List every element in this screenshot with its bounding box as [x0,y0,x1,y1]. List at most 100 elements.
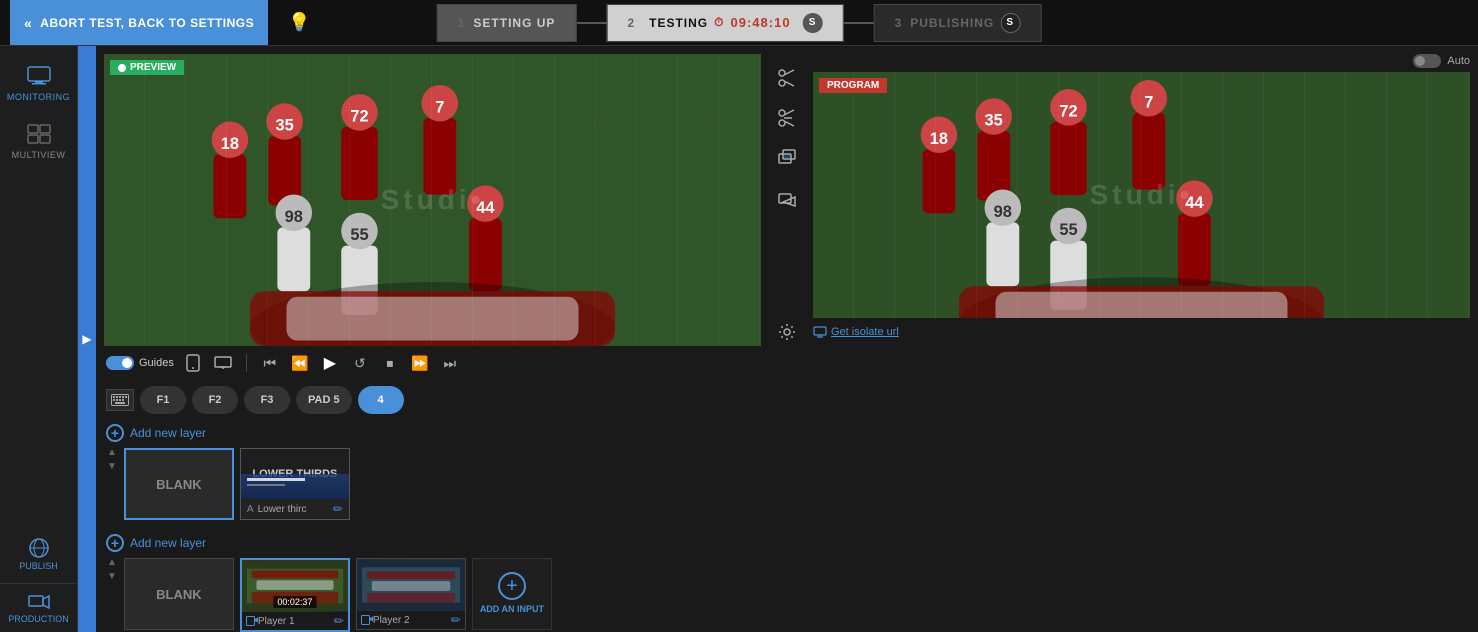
lightbulb-icon: 💡 [288,12,310,33]
svg-text:55: 55 [1059,221,1077,239]
blank-card-2[interactable]: BLANK [124,558,234,630]
pad-f2-button[interactable]: F2 [192,386,238,414]
play-button[interactable]: ▶ [319,352,341,374]
guides-label: Guides [139,357,174,369]
skip-to-start-button[interactable]: ⏮ [259,352,281,374]
blue-panel-toggle[interactable]: ▶ [78,46,96,632]
step2-label: TESTING [649,16,708,30]
add-layer-1-button[interactable]: + Add new layer [106,420,1468,446]
preview-label: PREVIEW [110,60,184,75]
layers-area: + Add new layer ▲ ▼ BLANK [96,420,1478,632]
transition-tool-button[interactable] [773,104,801,132]
multiview-label: MULTIVIEW [12,150,66,160]
pad-f3-button[interactable]: F3 [244,386,290,414]
player2-thumbnail-svg [357,559,465,611]
sidebar-item-monitoring[interactable]: MONITORING [0,56,77,110]
player1-edit-icon[interactable]: ✏ [334,614,344,628]
sidebar-publish-button[interactable]: PUBLISH [0,529,77,579]
layer-2-up-button[interactable]: ▲ [106,556,118,570]
stop-button[interactable]: ⏹ [379,352,401,374]
guides-toggle-group: Guides [106,356,174,370]
get-isolate-row: Get isolate url [813,318,1470,346]
svg-text:35: 35 [985,112,1003,130]
keyboard-icon-button[interactable] [106,389,134,411]
timer-value: 09:48:10 [731,15,791,30]
step3-num: 3 [895,16,903,30]
pads-row: F1 F2 F3 PAD 5 4 [96,380,1478,420]
next-frame-button[interactable]: ⏩ [409,352,431,374]
ctrl-sep-1 [246,354,247,372]
step3-label: PUBLISHING [910,16,994,30]
replay-button[interactable]: ↺ [349,352,371,374]
monitor-icon [813,326,827,338]
svg-text:72: 72 [350,108,368,126]
skip-to-end-button[interactable]: ⏭ [439,352,461,374]
layer-1-cards: BLANK [124,446,350,522]
mobile-view-button[interactable] [182,352,204,374]
layer-1-down-button[interactable]: ▼ [106,460,118,474]
step2-num: 2 [627,16,635,30]
svg-text:18: 18 [221,135,239,153]
abort-label: ABORT TEST, BACK TO SETTINGS [40,16,254,30]
program-label: PROGRAM [819,78,887,93]
top-bar: « ABORT TEST, BACK TO SETTINGS 💡 1 SETTI… [0,0,1478,46]
svg-text:7: 7 [1144,93,1153,111]
player1-name: Player 1 [258,616,334,627]
guides-toggle[interactable] [106,356,134,370]
get-isolate-url-link[interactable]: Get isolate url [813,322,1470,342]
sidebar-item-multiview[interactable]: MULTIVIEW [0,114,77,168]
middle-tools [769,54,805,346]
download-tool-button[interactable] [773,184,801,212]
step-setting-up[interactable]: 1 SETTING UP [437,4,577,42]
gear-button[interactable] [773,318,801,346]
add-input-card[interactable]: + ADD AN INPUT [472,558,552,630]
player2-edit-icon[interactable]: ✏ [451,613,461,627]
add-layer-2-button[interactable]: + Add new layer [106,530,1468,556]
lower-thirds-card[interactable]: LOWER THIRDS A Lower thirc ✏ [240,448,350,520]
player1-footer: Player 1 ✏ [242,612,348,630]
lower-thirds-edit-icon[interactable]: ✏ [333,502,343,516]
step-publishing[interactable]: 3 PUBLISHING S [874,4,1042,42]
lower-thirds-sub-label: Lower thirc [258,504,333,515]
step1-num: 1 [458,16,466,30]
pad-pad5-button[interactable]: PAD 5 [296,386,352,414]
preview-section: PREVIEW Studi• 18 [104,54,761,346]
monitor-view-button[interactable] [212,352,234,374]
add-layer-2-icon: + [106,534,124,552]
gear-icon [778,323,796,341]
svg-text:72: 72 [1059,103,1077,121]
layer-2-reorder: ▲ ▼ [106,556,118,584]
svg-text:98: 98 [994,203,1012,221]
preview-watermark: Studi• [381,184,485,216]
multiview-icon [24,122,54,146]
pad-f1-button[interactable]: F1 [140,386,186,414]
blank-card-1[interactable]: BLANK [124,448,234,520]
step1-label: SETTING UP [473,16,555,30]
cut-tool-button[interactable] [773,64,801,92]
layer-group-2: + Add new layer ▲ ▼ BLANK [106,530,1468,632]
prev-frame-button[interactable]: ⏪ [289,352,311,374]
player2-card[interactable]: Player 2 ✏ [356,558,466,630]
program-section: Auto PROGRAM Studi• [813,54,1470,346]
layer-1-up-button[interactable]: ▲ [106,446,118,460]
auto-toggle[interactable] [1413,54,1441,68]
abort-button[interactable]: « ABORT TEST, BACK TO SETTINGS [10,0,268,45]
program-watermark: Studi• [1090,179,1194,211]
layer-2-down-button[interactable]: ▼ [106,570,118,584]
main-layout: MONITORING MULTIVIEW [0,46,1478,632]
program-video-container: PROGRAM Studi• 18 [813,72,1470,318]
layer-1-reorder: ▲ ▼ [106,446,118,474]
player1-card[interactable]: 00:02:37 Player 1 ✏ [240,558,350,632]
step-testing[interactable]: 2 TESTING ⏱ 09:48:10 S [606,4,843,42]
layer-1-content: ▲ ▼ BLANK [106,446,1468,522]
add-input-plus-icon: + [498,572,526,600]
pad-4-button[interactable]: 4 [358,386,404,414]
overlay-tool-button[interactable] [773,144,801,172]
mobile-icon [186,354,200,372]
svg-text:55: 55 [350,226,368,244]
controls-bar: Guides ⏮ ⏪ ▶ ↺ ⏹ [96,346,1478,380]
lower-thirds-type-icon: A [247,504,254,515]
sidebar-production-button[interactable]: PRODUCTION [0,583,77,632]
publish-label: PUBLISH [19,561,58,571]
layer-group-1: + Add new layer ▲ ▼ BLANK [106,420,1468,522]
